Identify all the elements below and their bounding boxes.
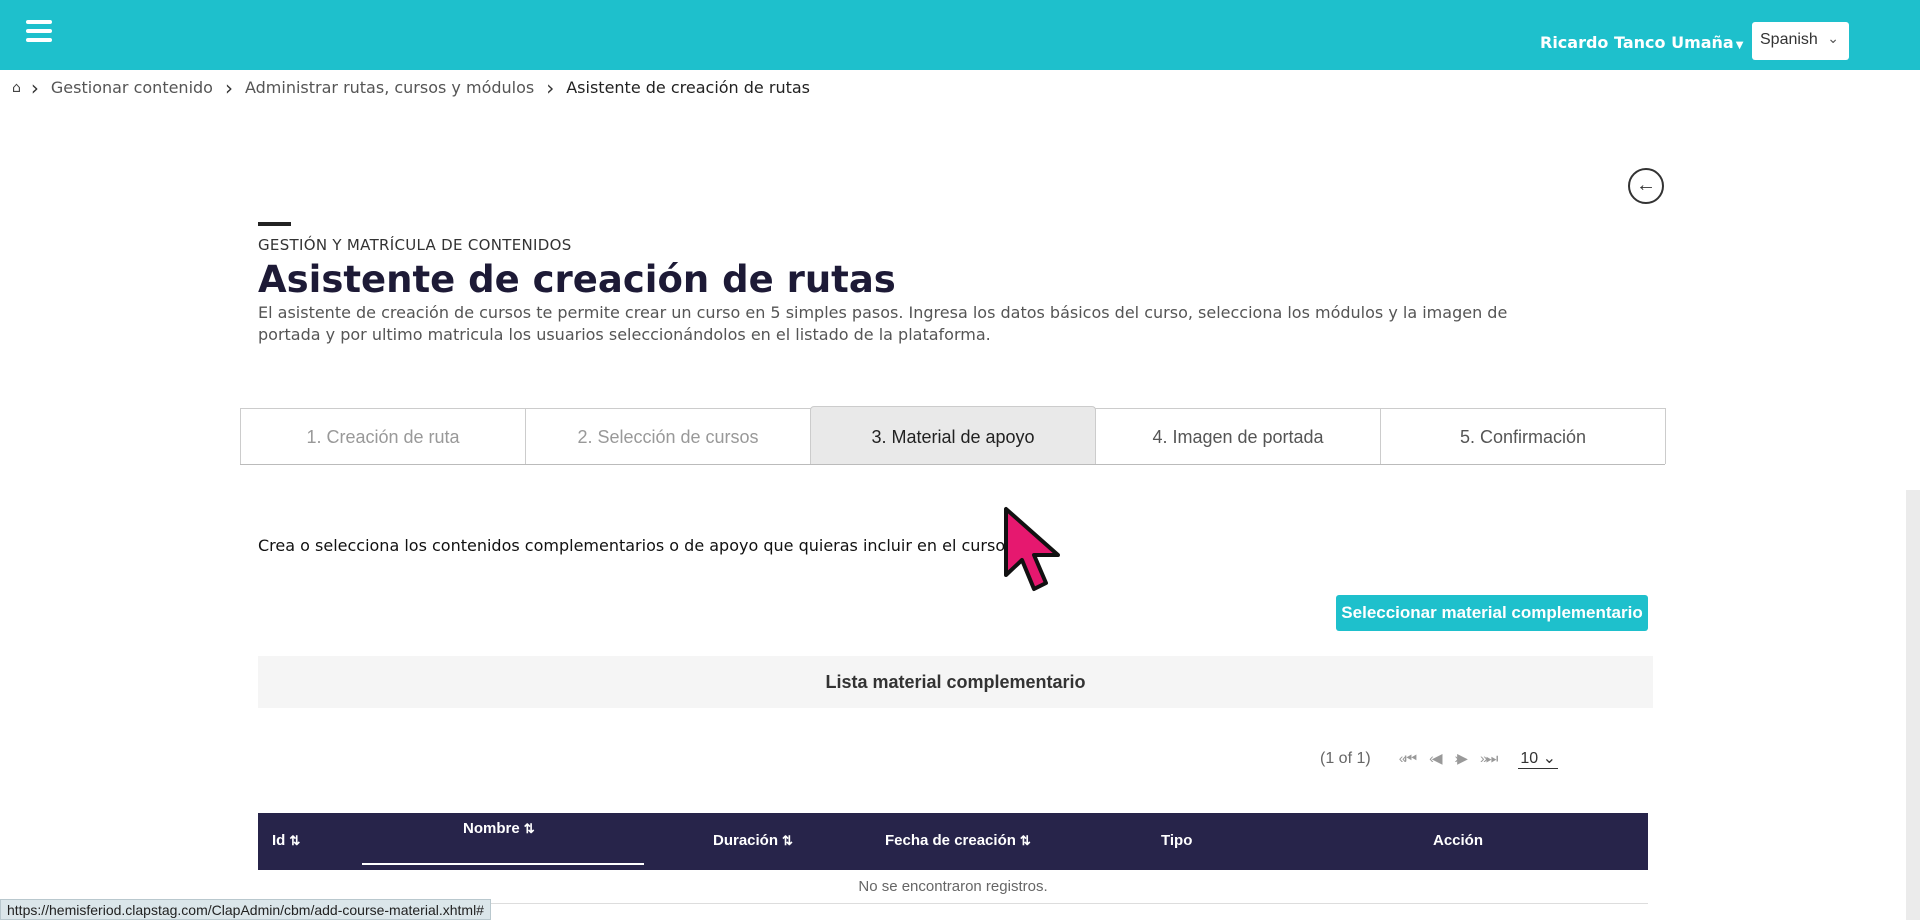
tab-material-apoyo[interactable]: 3. Material de apoyo [810,406,1096,464]
scrollbar[interactable] [1906,490,1920,920]
column-tipo: Tipo [1161,832,1193,849]
language-value: Spanish [1760,31,1818,48]
prev-page-icon[interactable]: ‹◀ [1429,750,1443,767]
sort-icon: ⇅ [289,833,301,848]
breadcrumb-item-current: Asistente de creación de rutas [566,78,810,97]
status-bar-url: https://hemisferiod.clapstag.com/ClapAdm… [0,899,491,920]
last-page-icon[interactable]: »⏭ [1480,750,1498,767]
paginator: (1 of 1) «⏮ ‹◀ ›▶ »⏭ 10 ⌄ [1320,748,1558,769]
column-accion: Acción [1433,832,1484,849]
next-page-icon[interactable]: ›▶ [1455,750,1469,767]
breadcrumb-item-administrar[interactable]: Administrar rutas, cursos y módulos [245,78,534,97]
user-name: Ricardo Tanco Umaña [1540,33,1734,52]
step-instructions: Crea o selecciona los contenidos complem… [258,536,1010,555]
page-count: (1 of 1) [1320,749,1371,767]
page-description: El asistente de creación de cursos te pe… [258,303,1508,344]
tab-creacion-ruta[interactable]: 1. Creación de ruta [240,408,526,464]
chevron-down-icon: ⌄ [1827,30,1839,46]
sort-icon: ⇅ [782,833,793,848]
home-icon[interactable]: ⌂ [12,80,21,96]
language-select[interactable]: Spanish ⌄ [1752,22,1849,60]
tab-confirmacion[interactable]: 5. Confirmación [1380,408,1666,464]
column-label: Fecha de creación [885,832,1016,849]
caret-down-icon: ▼ [1735,40,1744,51]
rows-per-page-select[interactable]: 10 ⌄ [1518,748,1558,769]
tab-seleccion-cursos[interactable]: 2. Selección de cursos [525,408,811,464]
chevron-right-icon: › [224,75,233,100]
page-title: Asistente de creación de rutas [258,258,896,301]
column-label: Id [272,832,286,849]
name-filter-underline[interactable] [362,863,644,865]
table-header: Id ⇅ Nombre ⇅ Duración ⇅ Fecha de creación ⇅… [258,813,1648,870]
user-menu[interactable]: Ricardo Tanco Umaña ▼ [1540,33,1743,52]
chevron-right-icon: › [30,75,39,100]
wizard-tabs: 1. Creación de ruta 2. Selección de curs… [240,406,1666,465]
sort-icon: ⇅ [1019,833,1031,848]
page-overline: GESTIÓN Y MATRÍCULA DE CONTENIDOS [258,236,572,254]
mouse-cursor-icon [1004,507,1060,591]
column-fecha[interactable]: Fecha de creación ⇅ [885,832,1031,849]
first-page-icon[interactable]: «⏮ [1399,750,1417,767]
tab-imagen-portada[interactable]: 4. Imagen de portada [1095,408,1381,464]
sort-icon: ⇅ [523,821,535,836]
column-duracion[interactable]: Duración ⇅ [713,832,793,849]
breadcrumb-item-gestionar[interactable]: Gestionar contenido [51,78,213,97]
rows-per-page-value: 10 [1520,750,1539,767]
menu-icon[interactable] [26,20,52,44]
breadcrumb: ⌂ › Gestionar contenido › Administrar ru… [12,75,822,100]
chevron-right-icon: › [546,75,555,100]
empty-message: No se encontraron registros. [858,878,1048,895]
column-label: Nombre [463,820,520,837]
title-accent-bar [258,222,291,226]
column-id[interactable]: Id ⇅ [272,832,300,849]
list-title: Lista material complementario [258,656,1653,708]
back-arrow-icon[interactable]: ← [1628,168,1664,204]
column-label: Duración [713,832,779,849]
top-bar: Ricardo Tanco Umaña ▼ Spanish ⌄ [0,0,1920,70]
select-material-button[interactable]: Seleccionar material complementario [1336,595,1648,631]
column-nombre[interactable]: Nombre ⇅ [463,820,535,837]
